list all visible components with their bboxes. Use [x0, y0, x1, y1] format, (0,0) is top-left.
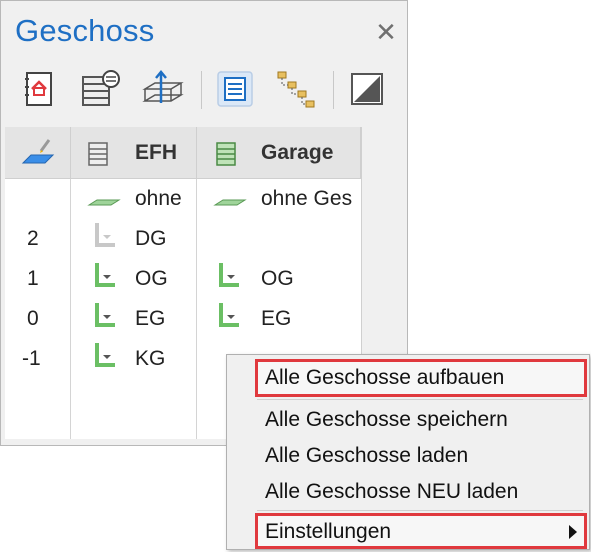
- ground-plane-icon: [213, 199, 247, 206]
- column-header-efh[interactable]: EFH: [71, 127, 197, 179]
- level-number: 0: [27, 307, 39, 330]
- menu-item-build-all[interactable]: Alle Geschosse aufbauen: [265, 366, 504, 390]
- context-menu: Alle Geschosse aufbauen Alle Geschosse s…: [226, 354, 590, 550]
- menu-item-reload-all[interactable]: Alle Geschosse NEU laden: [265, 480, 518, 504]
- plane-pencil-icon: [21, 139, 55, 164]
- toolbar-separator: [333, 71, 334, 109]
- floor-item[interactable]: DG: [135, 227, 167, 251]
- floor-settings-icon: [82, 70, 120, 106]
- floor-item[interactable]: ohne Ges: [261, 187, 359, 211]
- floor-item[interactable]: ohne: [135, 187, 182, 211]
- column-header-plane[interactable]: [5, 127, 71, 179]
- ground-plane-icon: [87, 199, 121, 206]
- floor-level-icon: [219, 263, 239, 287]
- toolbar: [1, 63, 407, 121]
- floor-level-icon: [95, 303, 115, 327]
- column-label: EFH: [135, 141, 177, 164]
- floor-item[interactable]: KG: [135, 347, 165, 371]
- floor-item[interactable]: EG: [135, 307, 165, 331]
- column-header-garage[interactable]: Garage: [197, 127, 361, 179]
- building-green-icon: [216, 142, 236, 166]
- floor-level-icon: [95, 343, 115, 367]
- floor-height-icon: [142, 70, 184, 103]
- list-view-button[interactable]: [213, 67, 257, 111]
- floor-height-button[interactable]: [141, 67, 185, 111]
- menu-item-load-all[interactable]: Alle Geschosse laden: [265, 444, 468, 468]
- menu-item-settings[interactable]: Einstellungen: [265, 520, 391, 544]
- list-view-icon: [217, 71, 253, 107]
- floor-level-icon: [95, 263, 115, 287]
- building-icon: [88, 142, 108, 166]
- menu-item-save-all[interactable]: Alle Geschosse speichern: [265, 408, 508, 432]
- section-view-button[interactable]: [345, 67, 389, 111]
- close-button[interactable]: ✕: [373, 19, 399, 45]
- column-label: Garage: [261, 141, 334, 164]
- level-number: 2: [27, 227, 39, 250]
- section-view-icon: [351, 73, 383, 105]
- level-number: 1: [27, 267, 39, 290]
- house-book-button[interactable]: [17, 67, 61, 111]
- menu-separator: [257, 510, 583, 511]
- submenu-arrow-icon: [569, 525, 577, 539]
- floor-item[interactable]: EG: [261, 307, 291, 331]
- floor-settings-button[interactable]: [79, 67, 123, 111]
- tree-structure-icon: [277, 71, 315, 108]
- tree-structure-button[interactable]: [273, 67, 317, 111]
- panel-title: Geschoss: [15, 13, 155, 48]
- menu-separator: [257, 399, 583, 400]
- floor-level-icon: [219, 303, 239, 327]
- level-number: -1: [22, 347, 41, 370]
- house-book-icon: [25, 72, 52, 106]
- column-divider: [196, 179, 197, 439]
- floor-level-icon-inactive: [95, 223, 115, 247]
- column-divider: [70, 179, 71, 439]
- floor-item[interactable]: OG: [261, 267, 294, 291]
- toolbar-separator: [201, 71, 202, 109]
- floor-item[interactable]: OG: [135, 267, 168, 291]
